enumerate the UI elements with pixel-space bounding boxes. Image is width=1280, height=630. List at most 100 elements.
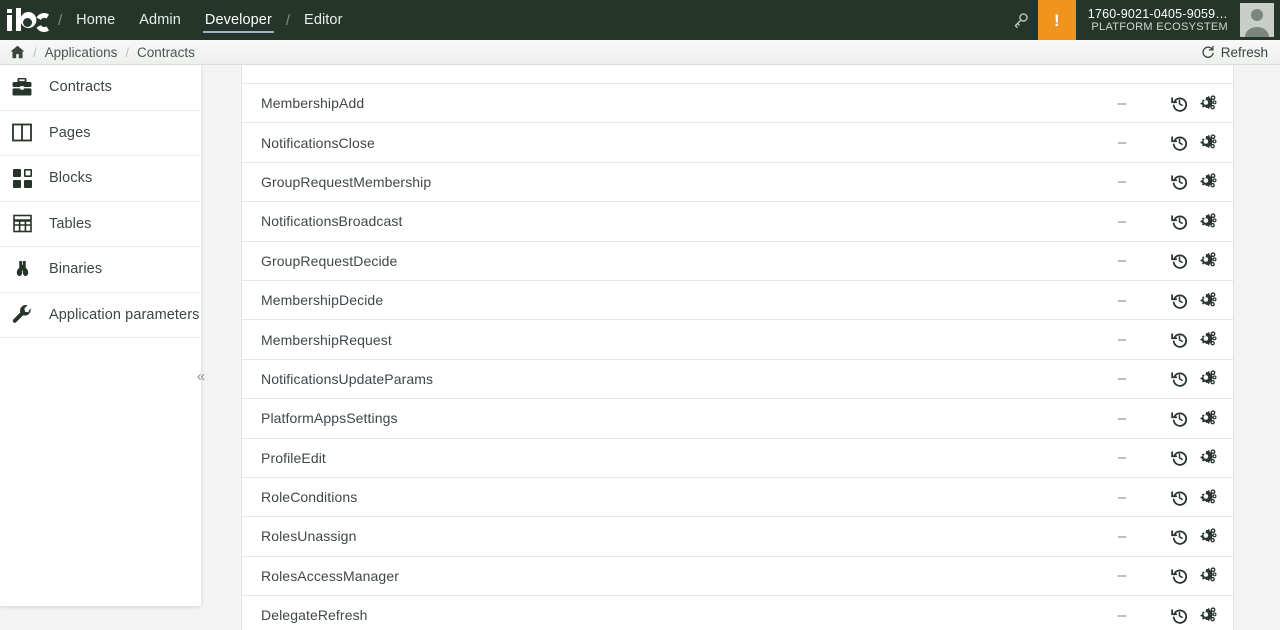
cogs-icon[interactable] (1199, 567, 1217, 584)
history-icon[interactable] (1171, 607, 1188, 624)
nav-item-developer[interactable]: Developer (193, 0, 284, 40)
cogs-icon[interactable] (1199, 410, 1217, 427)
row-action-group (1157, 528, 1233, 545)
refresh-button[interactable]: Refresh (1201, 45, 1268, 60)
history-icon[interactable] (1171, 292, 1188, 309)
table-row[interactable]: NotificationsBroadcast – (242, 202, 1233, 241)
table-row[interactable]: RolesAccessManager – (242, 557, 1233, 596)
sidebar-item-blocks[interactable]: Blocks (0, 156, 201, 202)
table-row[interactable]: NotificationsUpdateParams – (242, 360, 1233, 399)
breadcrumb-separator-1: / (117, 45, 137, 60)
breadcrumb-item-contracts[interactable]: Contracts (137, 45, 195, 60)
cogs-icon[interactable] (1199, 331, 1217, 348)
history-icon[interactable] (1171, 449, 1188, 466)
row-action-group (1157, 134, 1233, 151)
contracts-table: MembershipAdd – (241, 65, 1234, 630)
breadcrumb-separator-0: / (25, 45, 45, 60)
row-status-dash: – (1087, 292, 1157, 309)
history-icon[interactable] (1171, 134, 1188, 151)
table-row[interactable]: MembershipAdd – (242, 84, 1233, 123)
row-action-group (1157, 213, 1233, 230)
table-row-partial-top (242, 65, 1233, 84)
table-row[interactable]: GroupRequestDecide – (242, 242, 1233, 281)
cogs-icon[interactable] (1199, 252, 1217, 269)
history-icon[interactable] (1171, 370, 1188, 387)
sidebar-collapse-button[interactable]: « (188, 363, 214, 389)
wrench-icon (9, 305, 35, 325)
history-icon[interactable] (1171, 213, 1188, 230)
account-id: 1760‑9021‑0405‑9059… (1088, 7, 1228, 21)
table-row[interactable]: MembershipDecide – (242, 281, 1233, 320)
sidebar-item-contracts[interactable]: Contracts (0, 65, 201, 111)
nav-item-home[interactable]: Home (64, 0, 127, 40)
cogs-icon[interactable] (1199, 607, 1217, 624)
top-navigation-bar: / Home Admin Developer / Editor ! 1760‑9… (0, 0, 1280, 40)
content-scroll-area[interactable] (1257, 65, 1280, 630)
home-icon[interactable] (10, 45, 25, 59)
history-icon[interactable] (1171, 567, 1188, 584)
history-icon[interactable] (1171, 173, 1188, 190)
history-icon[interactable] (1171, 528, 1188, 545)
sidebar-item-label-binaries: Binaries (49, 261, 102, 277)
binoculars-icon (9, 260, 35, 279)
breadcrumb-item-applications[interactable]: Applications (45, 45, 118, 60)
history-icon[interactable] (1171, 410, 1188, 427)
blocks-grid-icon (9, 169, 35, 188)
nav-separator-0: / (56, 12, 64, 29)
row-action-group (1157, 95, 1233, 112)
row-status-dash: – (1087, 567, 1157, 584)
nav-separator-1: / (284, 12, 292, 29)
cogs-icon[interactable] (1199, 489, 1217, 506)
cogs-icon[interactable] (1199, 134, 1217, 151)
cogs-icon[interactable] (1199, 213, 1217, 230)
contract-name: MembershipRequest (242, 332, 1087, 348)
history-icon[interactable] (1171, 331, 1188, 348)
cogs-icon[interactable] (1199, 370, 1217, 387)
sidebar-item-binaries[interactable]: Binaries (0, 247, 201, 293)
alert-badge[interactable]: ! (1038, 0, 1076, 40)
history-icon[interactable] (1171, 489, 1188, 506)
cogs-icon[interactable] (1199, 173, 1217, 190)
contract-name: MembershipDecide (242, 292, 1087, 308)
row-action-group (1157, 410, 1233, 427)
history-icon[interactable] (1171, 252, 1188, 269)
content-gutter (201, 65, 241, 630)
table-grid-icon (9, 214, 35, 233)
cogs-icon[interactable] (1199, 292, 1217, 309)
cogs-icon[interactable] (1199, 449, 1217, 466)
cogs-icon[interactable] (1199, 528, 1217, 545)
table-row[interactable]: MembershipRequest – (242, 320, 1233, 359)
table-row[interactable]: RolesUnassign – (242, 517, 1233, 556)
row-status-dash: – (1087, 449, 1157, 466)
account-role: PLATFORM ECOSYSTEM (1091, 21, 1228, 34)
table-row[interactable]: PlatformAppsSettings – (242, 399, 1233, 438)
contract-name: RolesAccessManager (242, 568, 1087, 584)
cogs-icon[interactable] (1199, 95, 1217, 112)
ibc-logo[interactable] (0, 0, 56, 40)
main-content: MembershipAdd – (241, 65, 1257, 630)
contract-name: DelegateRefresh (242, 607, 1087, 623)
alert-badge-label: ! (1054, 12, 1060, 29)
sidebar-item-pages[interactable]: Pages (0, 111, 201, 157)
user-avatar[interactable] (1240, 3, 1274, 37)
account-info[interactable]: 1760‑9021‑0405‑9059… PLATFORM ECOSYSTEM (1076, 0, 1240, 40)
nav-item-editor[interactable]: Editor (292, 0, 354, 40)
row-status-dash: – (1087, 213, 1157, 230)
contract-name: PlatformAppsSettings (242, 410, 1087, 426)
sidebar-item-application-parameters[interactable]: Application parameters (0, 293, 201, 339)
table-row[interactable]: ProfileEdit – (242, 439, 1233, 478)
key-icon[interactable] (1004, 0, 1038, 40)
table-row[interactable]: DelegateRefresh – (242, 596, 1233, 630)
sidebar-item-label-tables: Tables (49, 216, 92, 232)
row-action-group (1157, 489, 1233, 506)
table-row[interactable]: NotificationsClose – (242, 123, 1233, 162)
row-action-group (1157, 567, 1233, 584)
row-action-group (1157, 252, 1233, 269)
columns-icon (9, 123, 35, 142)
nav-item-admin[interactable]: Admin (127, 0, 193, 40)
row-status-dash: – (1087, 173, 1157, 190)
table-row[interactable]: RoleConditions – (242, 478, 1233, 517)
history-icon[interactable] (1171, 95, 1188, 112)
table-row[interactable]: GroupRequestMembership – (242, 163, 1233, 202)
sidebar-item-tables[interactable]: Tables (0, 202, 201, 248)
